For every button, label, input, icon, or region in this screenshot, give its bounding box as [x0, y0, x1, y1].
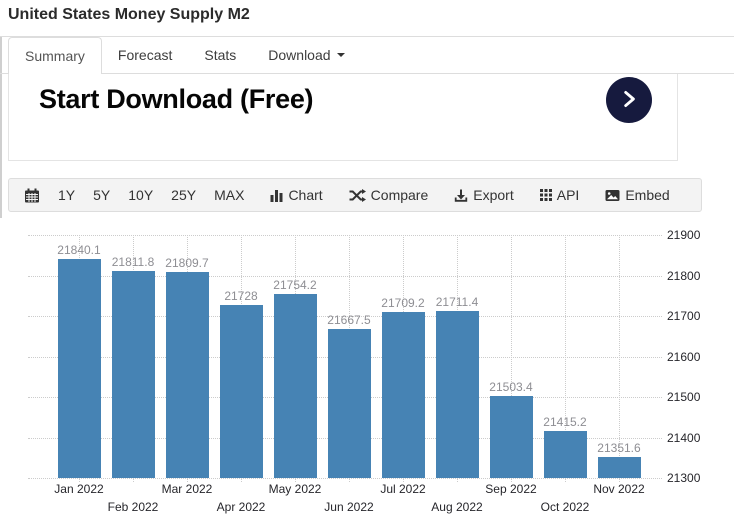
- x-axis-label: Sep 2022: [469, 482, 553, 496]
- bar-chart-icon: [270, 189, 283, 202]
- image-icon: [605, 189, 620, 202]
- chart-bar[interactable]: [58, 259, 101, 478]
- bar-value-label: 21503.4: [469, 380, 553, 394]
- y-axis-tick-label: 21900: [667, 228, 700, 242]
- y-axis-tick-label: 21500: [667, 390, 700, 404]
- grid-icon: [540, 189, 552, 201]
- x-axis-label: Jun 2022: [307, 500, 391, 514]
- tab-label: Download: [268, 47, 330, 63]
- button-label: Export: [473, 187, 513, 203]
- x-axis-label: Aug 2022: [415, 500, 499, 514]
- page-title: United States Money Supply M2: [8, 6, 250, 24]
- chart-bar[interactable]: [112, 271, 155, 478]
- calendar-button[interactable]: [24, 188, 40, 203]
- button-label: Embed: [625, 187, 669, 203]
- calendar-icon: [24, 188, 40, 203]
- download-arrow-button[interactable]: [606, 77, 652, 123]
- y-axis-tick-label: 21300: [667, 471, 700, 485]
- gridline-y: [28, 235, 662, 236]
- range-button-max[interactable]: MAX: [214, 187, 244, 203]
- button-label: 1Y: [58, 187, 75, 203]
- x-axis-label: Nov 2022: [577, 482, 661, 496]
- range-button-1y[interactable]: 1Y: [58, 187, 75, 203]
- tab-label: Forecast: [118, 47, 172, 63]
- api-button[interactable]: API: [540, 187, 580, 203]
- x-axis-label: Oct 2022: [523, 500, 607, 514]
- shuffle-icon: [349, 189, 366, 202]
- chart-bar[interactable]: [220, 305, 263, 478]
- tab-label: Summary: [25, 48, 85, 64]
- tab-download[interactable]: Download: [252, 37, 360, 73]
- x-axis-label: Mar 2022: [145, 482, 229, 496]
- chart-button[interactable]: Chart: [270, 187, 322, 203]
- x-axis-label: May 2022: [253, 482, 337, 496]
- chart-bar[interactable]: [598, 457, 641, 478]
- chart-bar[interactable]: [382, 312, 425, 478]
- chart-bar[interactable]: [490, 396, 533, 478]
- compare-button[interactable]: Compare: [349, 187, 429, 203]
- button-label: API: [557, 187, 580, 203]
- chart-bar[interactable]: [328, 329, 371, 478]
- range-button-25y[interactable]: 25Y: [171, 187, 196, 203]
- bar-value-label: 21415.2: [523, 415, 607, 429]
- bar-value-label: 21351.6: [577, 441, 661, 455]
- download-banner: Start Download (Free): [8, 74, 678, 161]
- chart-toolbar: 1Y 5Y 10Y 25Y MAX Chart Compare Export API Embed: [8, 178, 702, 212]
- button-label: MAX: [214, 187, 244, 203]
- start-download-link[interactable]: Start Download (Free): [39, 84, 313, 115]
- tab-summary[interactable]: Summary: [8, 37, 102, 74]
- button-label: Compare: [371, 187, 429, 203]
- download-icon: [454, 189, 468, 202]
- bar-value-label: 21809.7: [145, 256, 229, 270]
- y-axis-tick-label: 21800: [667, 269, 700, 283]
- tab-label: Stats: [204, 47, 236, 63]
- bar-chart: 2130021400215002160021700218002190021840…: [0, 218, 734, 527]
- button-label: 10Y: [128, 187, 153, 203]
- x-axis-label: Jul 2022: [361, 482, 445, 496]
- bar-value-label: 21754.2: [253, 278, 337, 292]
- x-axis-label: Jan 2022: [37, 482, 121, 496]
- caret-down-icon: [337, 53, 345, 57]
- button-label: Chart: [288, 187, 322, 203]
- y-axis-tick-label: 21700: [667, 309, 700, 323]
- range-button-5y[interactable]: 5Y: [93, 187, 110, 203]
- y-axis-tick-label: 21600: [667, 350, 700, 364]
- bar-value-label: 21711.4: [415, 295, 499, 309]
- chart-bar[interactable]: [436, 311, 479, 478]
- x-axis-label: Apr 2022: [199, 500, 283, 514]
- range-button-10y[interactable]: 10Y: [128, 187, 153, 203]
- button-label: 25Y: [171, 187, 196, 203]
- embed-button[interactable]: Embed: [605, 187, 669, 203]
- export-button[interactable]: Export: [454, 187, 513, 203]
- tab-bar: Summary Forecast Stats Download: [0, 36, 734, 74]
- tab-forecast[interactable]: Forecast: [102, 37, 188, 73]
- button-label: 5Y: [93, 187, 110, 203]
- bar-value-label: 21667.5: [307, 313, 391, 327]
- gridline-y: [28, 478, 662, 479]
- y-axis-tick-label: 21400: [667, 431, 700, 445]
- x-axis-label: Feb 2022: [91, 500, 175, 514]
- page: United States Money Supply M2 Summary For…: [0, 0, 734, 527]
- chevron-right-icon: [618, 88, 640, 113]
- tab-stats[interactable]: Stats: [188, 37, 252, 73]
